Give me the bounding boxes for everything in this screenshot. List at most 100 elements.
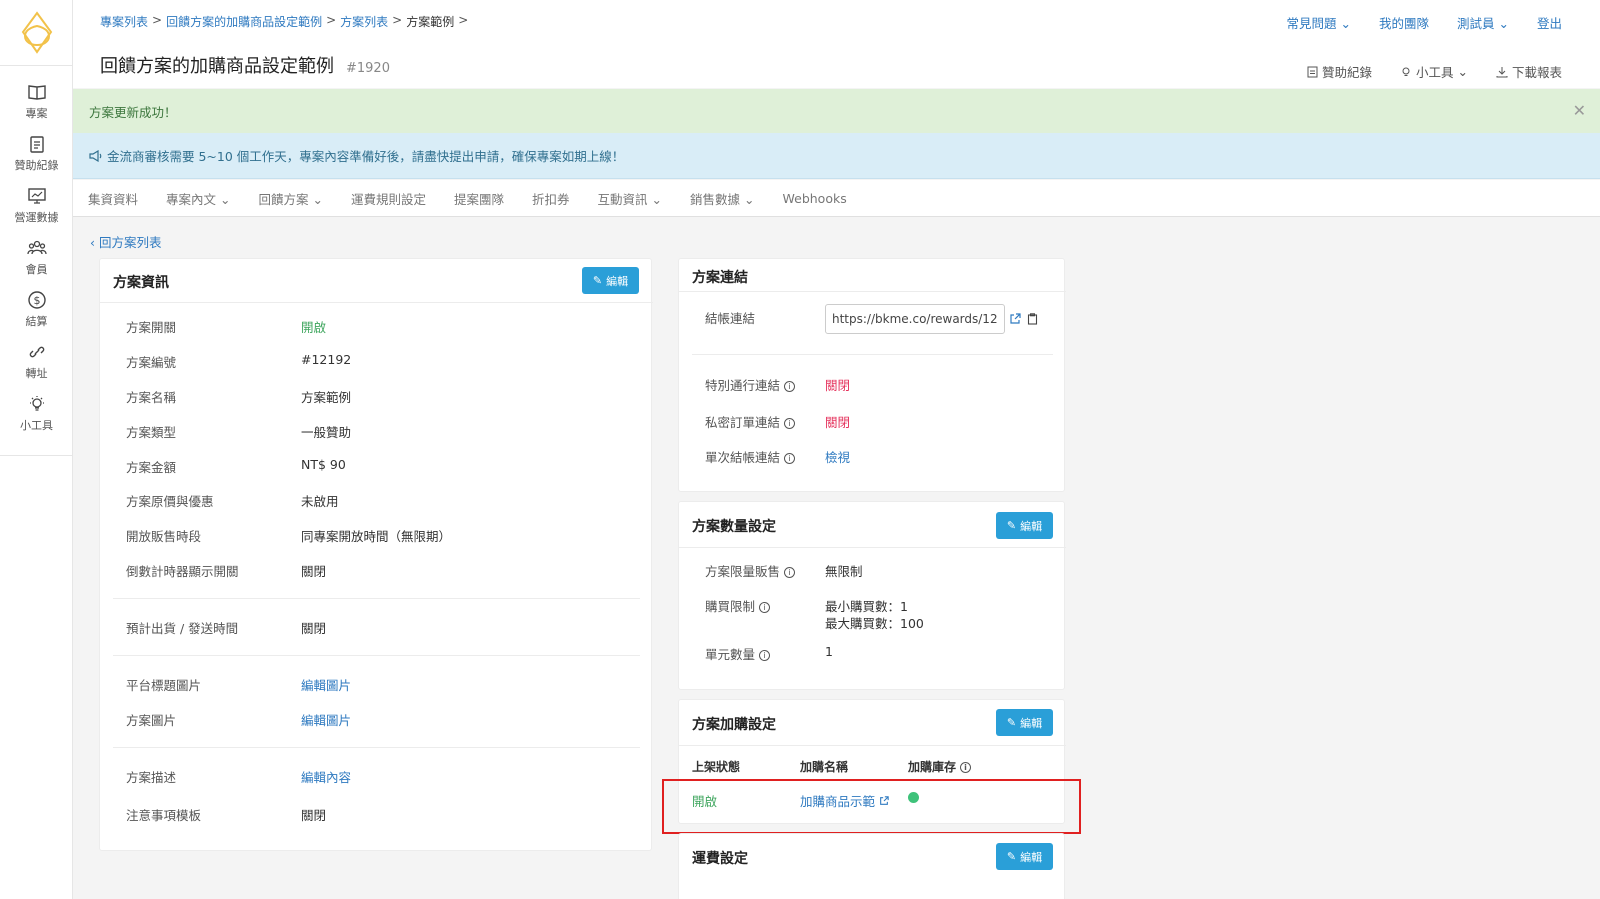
info-icon[interactable]: i <box>960 762 972 773</box>
divider <box>679 291 1066 292</box>
row-label: 方案原價與優惠 <box>126 494 214 509</box>
plan-name-value: 方案範例 <box>301 390 352 405</box>
faq-link[interactable]: 常見問題 ⌄ <box>1287 13 1351 32</box>
breadcrumb: 專案列表 > 回饋方案的加購商品設定範例 > 方案列表 > 方案範例 > <box>100 13 472 30</box>
tab-proposal-team[interactable]: 提案團隊 <box>454 189 504 208</box>
edit-label: 編輯 <box>1020 519 1043 533</box>
tab-sales-data[interactable]: 銷售數據 ⌄ <box>690 189 754 208</box>
edit-label: 編輯 <box>606 274 629 288</box>
chevron-down-icon: ⌄ <box>1340 16 1351 31</box>
info-icon[interactable]: i <box>784 418 796 429</box>
back-to-plan-list-link[interactable]: ‹ 回方案列表 <box>90 232 162 251</box>
checkout-url-input[interactable] <box>825 304 1005 334</box>
row-label: 注意事項模板 <box>126 808 202 823</box>
plan-info-edit-button[interactable]: ✎ 編輯 <box>582 267 639 294</box>
limited-sale-label-text: 方案限量販售 <box>705 564 781 579</box>
divider <box>100 302 653 303</box>
row-label: 方案類型 <box>126 425 177 440</box>
checkout-link-label: 結帳連結 <box>705 311 756 326</box>
sponsor-records-label: 贊助紀錄 <box>1321 65 1372 80</box>
sidebar-item-label: 結算 <box>25 314 48 328</box>
plan-discount-value: 未啟用 <box>301 494 339 509</box>
chart-icon <box>27 187 46 204</box>
sidebar-item-redirect[interactable]: 轉址 <box>0 335 73 387</box>
row-label: 方案金額 <box>126 460 177 475</box>
row-label: 方案描述 <box>126 770 177 785</box>
divider <box>679 547 1066 548</box>
sponsor-records-tool[interactable]: 贊助紀錄 <box>1307 62 1372 81</box>
sidebar-item-settlement[interactable]: $ 結算 <box>0 283 73 335</box>
tools-dropdown[interactable]: 小工具 ⌄ <box>1400 62 1468 81</box>
page-id: #1920 <box>346 61 390 76</box>
tab-project-content[interactable]: 專案內文 ⌄ <box>166 189 230 208</box>
row-label: 方案開關 <box>126 320 177 335</box>
limited-sale-value: 無限制 <box>825 564 863 579</box>
bulb-icon <box>29 395 44 411</box>
megaphone-icon <box>89 149 102 162</box>
private-order-link-label: 私密訂單連結 i <box>705 412 796 431</box>
shipping-edit-button[interactable]: ✎ 編輯 <box>996 843 1053 870</box>
breadcrumb-project[interactable]: 回饋方案的加購商品設定範例 <box>166 13 322 30</box>
edit-description-link[interactable]: 編輯內容 <box>301 767 351 786</box>
breadcrumb-current: 方案範例 <box>406 15 455 29</box>
success-alert-text: 方案更新成功！ <box>89 104 177 120</box>
sidebar-item-project[interactable]: 專案 <box>0 75 73 127</box>
page-title-text: 回饋方案的加購商品設定範例 <box>100 56 334 77</box>
notice-template-value: 關閉 <box>301 808 327 823</box>
quantity-edit-button[interactable]: ✎ 編輯 <box>996 512 1053 539</box>
divider <box>113 598 640 599</box>
sidebar-nav: 專案 贊助紀錄 營運數據 會員 $ 結算 轉址 小工具 <box>0 75 73 439</box>
info-icon[interactable]: i <box>759 650 771 661</box>
sidebar-item-operation-data[interactable]: 營運數據 <box>0 179 73 231</box>
chevron-down-icon: ⌄ <box>651 191 663 207</box>
plan-quantity-card: 方案數量設定 ✎ 編輯 方案限量販售 i 無限制 購買限制 i 最小購買數：1 最大購… <box>678 501 1066 690</box>
info-icon[interactable]: i <box>784 567 796 578</box>
tool-links: 贊助紀錄 小工具 ⌄ 下載報表 <box>1307 62 1562 81</box>
tab-sales-data-label: 銷售數據 <box>690 191 741 207</box>
limited-sale-label: 方案限量販售 i <box>705 561 796 580</box>
logo[interactable] <box>0 0 73 66</box>
view-single-checkout-link[interactable]: 檢視 <box>825 447 850 466</box>
user-menu-link[interactable]: 測試員 ⌄ <box>1457 13 1509 32</box>
my-team-link[interactable]: 我的團隊 <box>1379 13 1429 32</box>
edit-platform-image-link[interactable]: 編輯圖片 <box>301 675 351 694</box>
tab-funding-info[interactable]: 集資資料 <box>88 189 138 208</box>
close-icon[interactable]: ✕ <box>1573 101 1586 120</box>
tab-interaction-label: 互動資訊 <box>597 191 648 207</box>
unit-quantity-label: 單元數量 i <box>705 644 771 663</box>
pencil-icon: ✎ <box>592 274 603 287</box>
pencil-icon: ✎ <box>1006 519 1017 532</box>
shipping-time-value: 關閉 <box>301 621 327 636</box>
tab-webhooks[interactable]: Webhooks <box>783 191 847 206</box>
addon-header-name: 加購名稱 <box>800 760 849 774</box>
page-title: 回饋方案的加購商品設定範例 #1920 <box>100 52 390 78</box>
copy-icon[interactable] <box>1027 313 1038 329</box>
sidebar-item-tools[interactable]: 小工具 <box>0 387 73 439</box>
divider <box>692 354 1053 355</box>
sidebar-item-members[interactable]: 會員 <box>0 231 73 283</box>
download-report-tool[interactable]: 下載報表 <box>1496 62 1562 81</box>
back-link-label: 回方案列表 <box>98 235 162 250</box>
tab-shipping-rules[interactable]: 運費規則設定 <box>351 189 426 208</box>
tab-reward-plans[interactable]: 回饋方案 ⌄ <box>259 189 323 208</box>
plan-info-title: 方案資訊 <box>113 275 169 291</box>
external-link-icon[interactable] <box>1009 313 1021 329</box>
edit-plan-image-link[interactable]: 編輯圖片 <box>301 710 351 729</box>
breadcrumb-plan-list[interactable]: 方案列表 <box>340 13 388 30</box>
faq-label: 常見問題 <box>1286 16 1337 31</box>
logout-link[interactable]: 登出 <box>1537 13 1562 32</box>
plan-amount-value: NT$ 90 <box>301 457 346 472</box>
breadcrumb-project-list[interactable]: 專案列表 <box>100 13 148 30</box>
top-links: 常見問題 ⌄ 我的團隊 測試員 ⌄ 登出 <box>1287 13 1563 32</box>
addon-edit-button[interactable]: ✎ 編輯 <box>996 709 1053 736</box>
tab-interaction[interactable]: 互動資訊 ⌄ <box>598 189 662 208</box>
plan-number-value: #12192 <box>301 352 352 367</box>
info-icon[interactable]: i <box>784 381 796 392</box>
edit-label: 編輯 <box>1020 850 1043 864</box>
tab-coupons[interactable]: 折扣券 <box>532 189 570 208</box>
dollar-icon: $ <box>27 290 46 309</box>
sidebar-item-sponsor-records[interactable]: 贊助紀錄 <box>0 127 73 179</box>
info-icon[interactable]: i <box>759 602 771 613</box>
pencil-icon: ✎ <box>1006 716 1017 729</box>
info-icon[interactable]: i <box>784 453 796 464</box>
